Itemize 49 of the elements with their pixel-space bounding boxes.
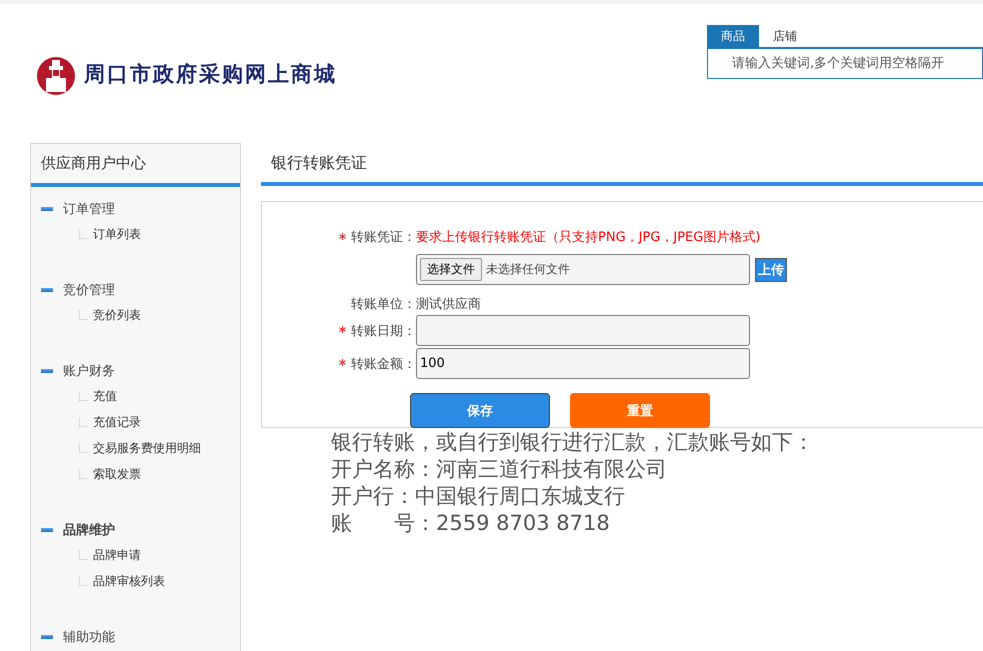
- site-logo-title: 周口市政府采购网上商城: [84, 60, 337, 88]
- collapse-icon: [41, 288, 53, 292]
- nav-item[interactable]: 索取发票: [93, 466, 141, 482]
- field-label: 转账日期：: [262, 322, 416, 340]
- input-field[interactable]: 100: [416, 348, 750, 379]
- search-tab[interactable]: 店铺: [759, 25, 811, 47]
- field-value: 测试供应商: [416, 296, 481, 313]
- nav-group[interactable]: 账户财务: [63, 362, 115, 380]
- nav-item[interactable]: 交易服务费使用明细: [93, 440, 201, 456]
- nav-item[interactable]: 订单列表: [93, 226, 141, 242]
- search-tab[interactable]: 商品: [707, 25, 759, 47]
- nav-item[interactable]: 充值记录: [93, 414, 141, 430]
- field-label: 转账金额：: [262, 354, 416, 372]
- nav-group[interactable]: 辅助功能: [63, 628, 115, 646]
- note-text: 银行转账，或自行到银行进行汇款，汇款账号如下：: [331, 429, 815, 456]
- field-label: 转账单位：: [350, 296, 416, 313]
- choose-file-button[interactable]: 选择文件: [420, 258, 482, 281]
- note-text: 账 号：2559 8703 8718: [331, 510, 611, 537]
- tree-line-icon: [79, 576, 87, 586]
- nav-item[interactable]: 品牌审核列表: [93, 572, 165, 590]
- note-text: 开户名称：河南三道行科技有限公司: [331, 456, 668, 483]
- tree-line-icon: [79, 470, 87, 478]
- tree-line-icon: [79, 444, 87, 452]
- nav-item[interactable]: 竞价列表: [93, 306, 141, 324]
- tree-line-icon: [79, 550, 87, 560]
- tree-line-icon: [79, 392, 87, 400]
- file-field[interactable]: 选择文件 未选择任何文件: [416, 254, 750, 285]
- input-field[interactable]: [416, 315, 750, 346]
- collapse-icon: [41, 207, 53, 211]
- tree-line-icon: [79, 230, 87, 238]
- collapse-icon: [41, 528, 53, 532]
- sidebar-title: 供应商用户中心: [31, 144, 240, 187]
- collapse-icon: [41, 369, 53, 373]
- search-field[interactable]: 请输入关键词,多个关键词用空格隔开: [707, 49, 983, 79]
- upload-hint: 要求上传银行转账凭证（只支持PNG，JPG，JPEG图片格式): [416, 229, 760, 246]
- save-button[interactable]: 保存: [410, 393, 550, 428]
- field-label: 转账凭证：: [262, 228, 416, 246]
- nav-group[interactable]: 品牌维护: [63, 521, 115, 539]
- nav-item[interactable]: 品牌申请: [93, 546, 141, 564]
- tree-line-icon: [79, 310, 87, 320]
- file-status: 未选择任何文件: [486, 261, 570, 278]
- upload-button[interactable]: 上传: [755, 258, 787, 282]
- note-text: 开户行：中国银行周口东城支行: [331, 483, 626, 510]
- nav-group[interactable]: 竞价管理: [63, 281, 115, 299]
- collapse-icon: [41, 635, 53, 639]
- nav-group[interactable]: 订单管理: [63, 200, 115, 218]
- page-title: 银行转账凭证: [261, 143, 983, 186]
- tree-line-icon: [79, 418, 87, 426]
- nav-item[interactable]: 充值: [93, 388, 117, 404]
